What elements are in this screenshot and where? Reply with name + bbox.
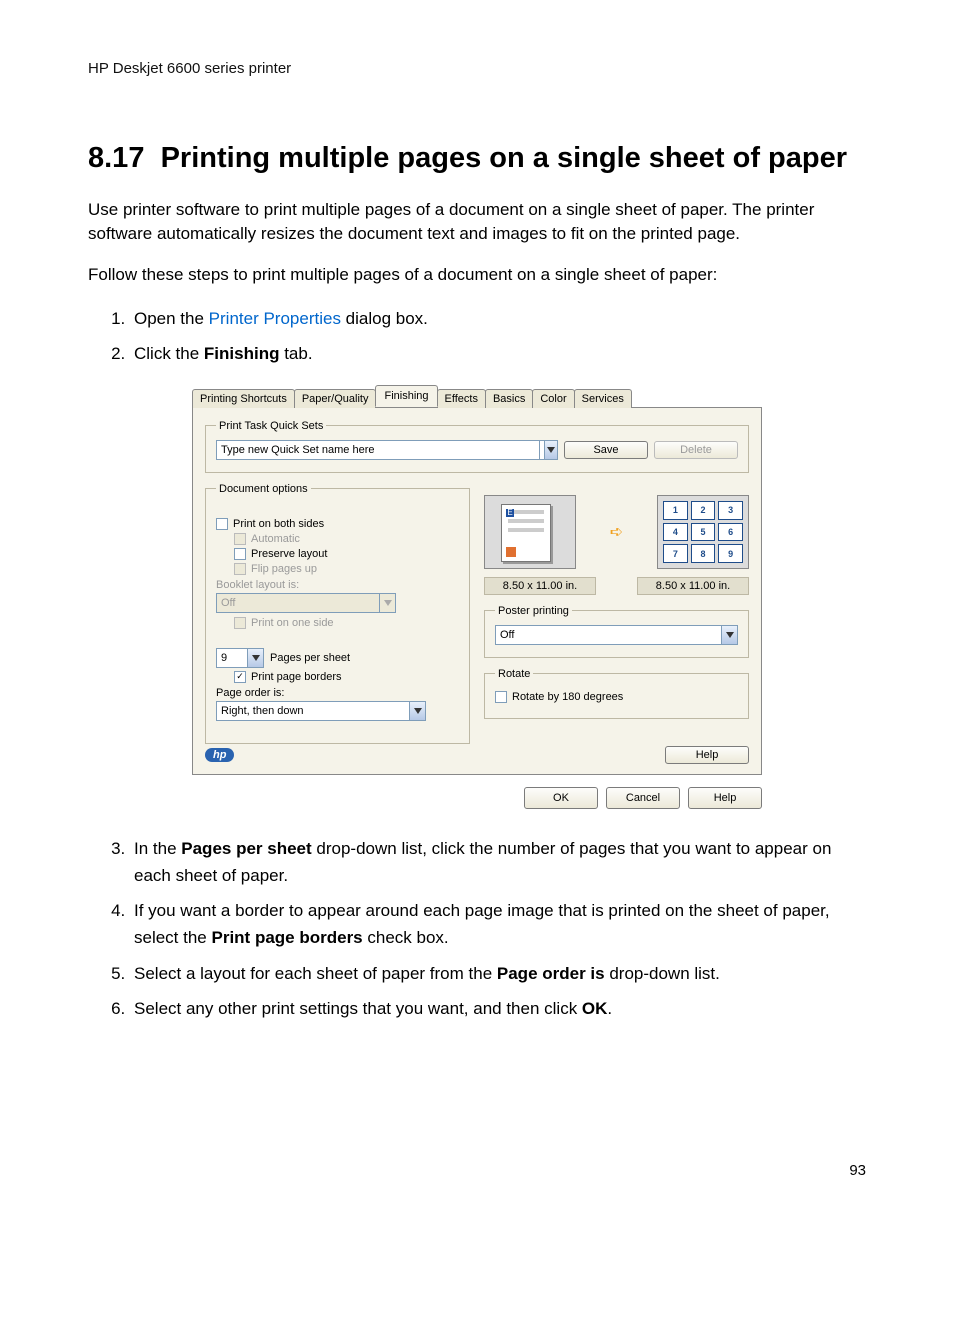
printer-properties-dialog: Printing Shortcuts Paper/Quality Finishi…: [192, 385, 762, 809]
tab-paper-quality[interactable]: Paper/Quality: [294, 389, 377, 408]
page-order-select[interactable]: Right, then down: [216, 701, 426, 721]
ok-button[interactable]: OK: [524, 787, 598, 809]
quick-sets-legend: Print Task Quick Sets: [216, 420, 326, 432]
print-one-side-label: Print on one side: [251, 617, 334, 629]
page-order-value: Right, then down: [221, 705, 304, 717]
step-1-text-b: dialog box.: [341, 309, 428, 328]
section-title-text: Printing multiple pages on a single shee…: [161, 142, 847, 174]
page-header: HP Deskjet 6600 series printer: [88, 60, 866, 77]
tab-printing-shortcuts[interactable]: Printing Shortcuts: [192, 389, 295, 408]
page-order-label: Page order is:: [216, 687, 459, 699]
step-5-text-a: Select a layout for each sheet of paper …: [134, 964, 497, 983]
printer-properties-link[interactable]: Printer Properties: [209, 309, 341, 328]
rotate-180-checkbox[interactable]: Rotate by 180 degrees: [495, 691, 738, 703]
tab-finishing[interactable]: Finishing: [375, 385, 437, 407]
tab-panel: Print Task Quick Sets Save Delete Docume…: [192, 407, 762, 775]
thumb-cell: 3: [718, 501, 743, 520]
automatic-checkbox: Automatic: [216, 533, 459, 545]
thumb-cell: 4: [663, 523, 688, 542]
thumb-cell: 1: [663, 501, 688, 520]
arrow-icon: ➪: [610, 522, 623, 542]
intro-paragraph-1: Use printer software to print multiple p…: [88, 198, 866, 245]
step-5: Select a layout for each sheet of paper …: [130, 960, 866, 987]
quick-set-name-input[interactable]: [216, 440, 540, 460]
step-1: Open the Printer Properties dialog box.: [130, 305, 866, 332]
section-heading: 8.17 Printing multiple pages on a single…: [88, 139, 866, 178]
save-button[interactable]: Save: [564, 441, 648, 459]
tab-effects[interactable]: Effects: [437, 389, 486, 408]
pages-per-sheet-select[interactable]: 9: [216, 648, 264, 668]
dimension-left: 8.50 x 11.00 in.: [484, 577, 596, 595]
step-5-text-b: drop-down list.: [605, 964, 720, 983]
hp-logo[interactable]: hp: [205, 748, 234, 762]
quick-set-dropdown[interactable]: [540, 440, 558, 460]
tab-color[interactable]: Color: [532, 389, 574, 408]
step-6-text-a: Select any other print settings that you…: [134, 999, 582, 1018]
step-2-bold: Finishing: [204, 344, 280, 363]
thumb-cell: 9: [718, 544, 743, 563]
pages-per-sheet-label: Pages per sheet: [270, 652, 350, 664]
step-6-bold: OK: [582, 999, 608, 1018]
step-2-text-a: Click the: [134, 344, 204, 363]
thumb-cell: 5: [691, 523, 716, 542]
flip-pages-checkbox: Flip pages up: [216, 563, 459, 575]
pages-per-sheet-value: 9: [221, 652, 227, 664]
step-4: If you want a border to appear around ea…: [130, 897, 866, 951]
thumb-cell: 8: [691, 544, 716, 563]
tab-services[interactable]: Services: [574, 389, 632, 408]
delete-button: Delete: [654, 441, 738, 459]
automatic-label: Automatic: [251, 533, 300, 545]
print-page-borders-checkbox[interactable]: ✓Print page borders: [216, 671, 459, 683]
pages-per-sheet-row: 9 Pages per sheet: [216, 648, 459, 668]
intro-paragraph-2: Follow these steps to print multiple pag…: [88, 263, 866, 286]
poster-printing-legend: Poster printing: [495, 605, 572, 617]
step-3: In the Pages per sheet drop-down list, c…: [130, 835, 866, 889]
step-6-text-b: .: [607, 999, 612, 1018]
dialog-footer: OK Cancel Help: [192, 787, 762, 809]
step-1-text-a: Open the: [134, 309, 209, 328]
step-4-bold: Print page borders: [212, 928, 363, 947]
rotate-legend: Rotate: [495, 668, 533, 680]
tab-strip: Printing Shortcuts Paper/Quality Finishi…: [192, 385, 762, 407]
print-one-side-checkbox: Print on one side: [216, 617, 459, 629]
step-2: Click the Finishing tab.: [130, 340, 866, 367]
booklet-layout-value: Off: [221, 597, 235, 609]
preserve-layout-label: Preserve layout: [251, 548, 327, 560]
footer-help-button[interactable]: Help: [688, 787, 762, 809]
booklet-layout-select: Off: [216, 593, 396, 613]
thumb-cell: 7: [663, 544, 688, 563]
poster-printing-value: Off: [500, 629, 514, 641]
document-options-legend: Document options: [216, 483, 311, 495]
preserve-layout-checkbox[interactable]: Preserve layout: [216, 548, 459, 560]
flip-pages-label: Flip pages up: [251, 563, 317, 575]
booklet-layout-label: Booklet layout is:: [216, 579, 459, 591]
rotate-180-label: Rotate by 180 degrees: [512, 691, 623, 703]
preview-after: 1 2 3 4 5 6 7 8 9: [657, 495, 749, 569]
document-options-group: Document options Print on both sides Aut…: [205, 483, 470, 744]
quick-sets-group: Print Task Quick Sets Save Delete: [205, 420, 749, 473]
thumb-cell: 2: [691, 501, 716, 520]
preview-before: E: [484, 495, 576, 569]
step-2-text-b: tab.: [279, 344, 312, 363]
cancel-button[interactable]: Cancel: [606, 787, 680, 809]
step-3-bold: Pages per sheet: [181, 839, 311, 858]
help-button[interactable]: Help: [665, 746, 749, 764]
step-6: Select any other print settings that you…: [130, 995, 866, 1022]
poster-printing-select[interactable]: Off: [495, 625, 738, 645]
rotate-group: Rotate Rotate by 180 degrees: [484, 668, 749, 719]
page-number: 93: [88, 1162, 866, 1179]
steps-list-continued: In the Pages per sheet drop-down list, c…: [88, 835, 866, 1022]
poster-printing-group: Poster printing Off: [484, 605, 749, 658]
step-4-text-b: check box.: [363, 928, 449, 947]
thumb-cell: 6: [718, 523, 743, 542]
step-3-text-a: In the: [134, 839, 181, 858]
print-page-borders-label: Print page borders: [251, 671, 342, 683]
dimension-right: 8.50 x 11.00 in.: [637, 577, 749, 595]
step-5-bold: Page order is: [497, 964, 605, 983]
steps-list: Open the Printer Properties dialog box. …: [88, 305, 866, 367]
print-both-sides-label: Print on both sides: [233, 518, 324, 530]
section-number: 8.17: [88, 142, 144, 174]
print-both-sides-checkbox[interactable]: Print on both sides: [216, 518, 459, 530]
tab-basics[interactable]: Basics: [485, 389, 533, 408]
